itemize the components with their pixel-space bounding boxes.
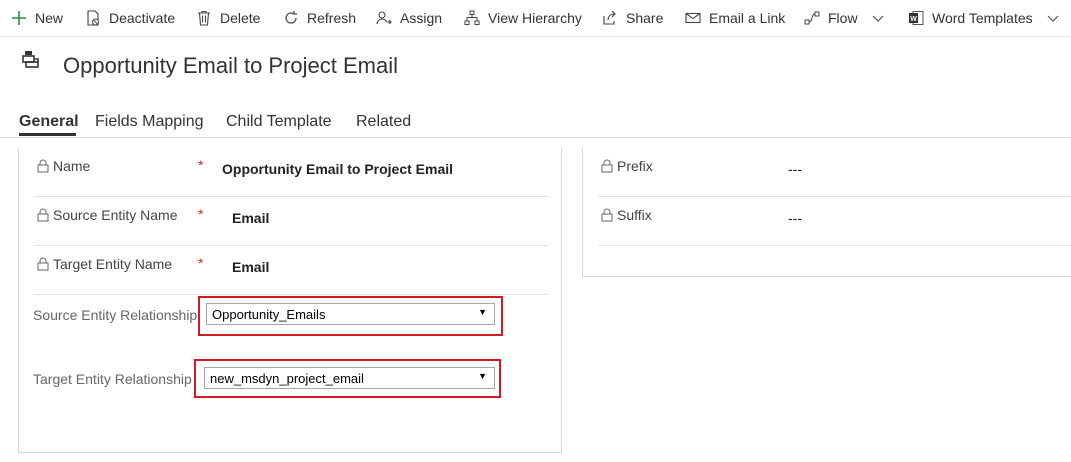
tab-child-template[interactable]: Child Template: [226, 113, 332, 131]
email-link-button[interactable]: Email a Link: [684, 0, 785, 36]
email-link-label: Email a Link: [709, 10, 786, 26]
plus-icon: [10, 9, 28, 27]
target-entity-name-row: Target Entity Name * Email: [34, 246, 548, 295]
active-tab-indicator: [19, 133, 76, 136]
delete-button[interactable]: Delete: [195, 0, 260, 36]
flow-button[interactable]: Flow: [803, 0, 884, 36]
assign-button[interactable]: Assign: [375, 0, 442, 36]
prefix-row: Prefix ---: [598, 148, 1071, 197]
lock-icon: [37, 208, 49, 222]
lock-icon: [37, 257, 49, 271]
refresh-button[interactable]: Refresh: [282, 0, 356, 36]
target-entity-name-label: Target Entity Name: [37, 256, 172, 272]
flow-label: Flow: [828, 10, 858, 26]
lock-icon: [601, 208, 613, 222]
source-entity-name-value[interactable]: Email: [232, 210, 269, 226]
general-section-right: Prefix --- Suffix ---: [582, 148, 1071, 277]
word-templates-button[interactable]: W Word Templates: [907, 0, 1059, 36]
document-deactivate-icon: [84, 9, 102, 27]
name-row: Name * Opportunity Email to Project Emai…: [34, 148, 548, 197]
flow-icon: [803, 9, 821, 27]
lock-icon: [601, 159, 613, 173]
required-marker: *: [198, 255, 204, 271]
share-icon: [601, 9, 619, 27]
page-title: Opportunity Email to Project Email: [63, 53, 399, 78]
suffix-label: Suffix: [601, 207, 652, 223]
dropdown-arrow-icon: ▼: [478, 371, 487, 381]
required-marker: *: [198, 157, 204, 173]
word-templates-label: Word Templates: [932, 10, 1033, 26]
chevron-down-icon[interactable]: [872, 10, 884, 26]
target-entity-name-value[interactable]: Email: [232, 259, 269, 275]
target-relationship-select[interactable]: new_msdyn_project_email ▼: [204, 367, 495, 389]
command-bar: New Deactivate Delete Refresh Assign Vie…: [0, 0, 1071, 37]
prefix-label: Prefix: [601, 158, 653, 174]
suffix-value[interactable]: ---: [788, 210, 802, 226]
name-value[interactable]: Opportunity Email to Project Email: [222, 161, 453, 177]
tabs-divider: [0, 137, 1071, 138]
tab-general[interactable]: General: [19, 113, 79, 131]
source-entity-name-row: Source Entity Name * Email: [34, 197, 548, 246]
general-section-left: Name * Opportunity Email to Project Emai…: [18, 148, 562, 453]
word-icon: W: [907, 9, 925, 27]
view-hierarchy-label: View Hierarchy: [488, 10, 582, 26]
source-entity-name-label: Source Entity Name: [37, 207, 178, 223]
new-button[interactable]: New: [10, 0, 63, 36]
share-button[interactable]: Share: [601, 0, 663, 36]
deactivate-label: Deactivate: [109, 10, 176, 26]
target-relationship-label: Target Entity Relationship: [33, 371, 192, 387]
refresh-icon: [282, 9, 300, 27]
view-hierarchy-button[interactable]: View Hierarchy: [463, 0, 582, 36]
required-marker: *: [198, 206, 204, 222]
svg-text:W: W: [910, 16, 917, 23]
new-label: New: [35, 10, 64, 26]
lock-icon: [37, 159, 49, 173]
target-relationship-highlight: new_msdyn_project_email ▼: [194, 359, 501, 398]
person-assign-icon: [375, 9, 393, 27]
entity-record-icon: [21, 49, 41, 69]
dropdown-arrow-icon: ▼: [478, 307, 487, 317]
tab-related[interactable]: Related: [356, 113, 411, 131]
chevron-down-icon[interactable]: [1047, 10, 1059, 26]
share-label: Share: [626, 10, 664, 26]
name-label: Name: [37, 158, 90, 174]
refresh-label: Refresh: [307, 10, 357, 26]
assign-label: Assign: [400, 10, 443, 26]
trash-icon: [195, 9, 213, 27]
source-relationship-select[interactable]: Opportunity_Emails ▼: [206, 303, 495, 325]
suffix-row: Suffix ---: [598, 197, 1071, 246]
tab-bar: General Fields Mapping Child Template Re…: [0, 110, 1071, 138]
hierarchy-icon: [463, 9, 481, 27]
deactivate-button[interactable]: Deactivate: [84, 0, 175, 36]
email-icon: [684, 9, 702, 27]
source-relationship-highlight: Opportunity_Emails ▼: [198, 296, 503, 336]
tab-fields-mapping[interactable]: Fields Mapping: [95, 113, 204, 131]
source-relationship-label: Source Entity Relationship: [33, 307, 198, 323]
delete-label: Delete: [220, 10, 261, 26]
prefix-value[interactable]: ---: [788, 161, 802, 177]
